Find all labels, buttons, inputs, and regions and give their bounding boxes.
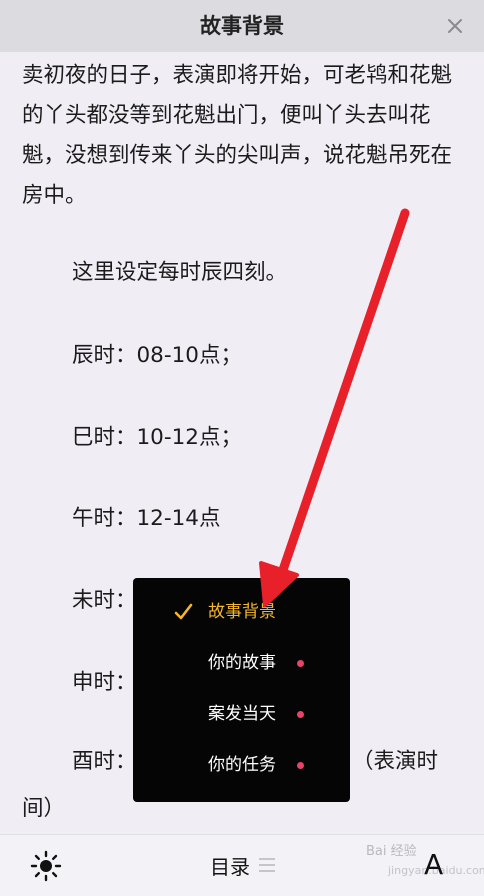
intro-paragraph: 卖初夜的日子，表演即将开始，可老鸨和花魁的丫头都没等到花魁出门，便叫丫头去叫花魁… xyxy=(22,63,453,208)
time-you-suffix: （表演时 xyxy=(352,749,439,774)
unread-dot-icon xyxy=(297,711,304,718)
font-size-button[interactable]: A xyxy=(424,847,443,883)
page-title: 故事背景 xyxy=(200,14,284,38)
time-shen: 申时： xyxy=(72,670,137,695)
time-wu: 午时：12-14点 xyxy=(72,506,221,531)
toc-button[interactable]: 目录 xyxy=(210,849,276,881)
menu-item-story-background[interactable]: 故事背景 xyxy=(133,588,350,636)
menu-item-label: 案发当天 xyxy=(208,704,276,724)
menu-item-incident-day[interactable]: 案发当天 xyxy=(133,690,350,738)
close-icon xyxy=(448,19,462,33)
time-chen: 辰时：08-10点； xyxy=(72,343,242,368)
note-line: 这里设定每时辰四刻。 xyxy=(72,260,288,285)
menu-item-your-story[interactable]: 你的故事 xyxy=(133,639,350,687)
menu-item-your-task[interactable]: 你的任务 xyxy=(133,741,350,789)
list-icon xyxy=(259,858,275,872)
brightness-sun-icon[interactable] xyxy=(30,850,62,882)
toc-label: 目录 xyxy=(210,854,250,879)
time-si: 巳时：10-12点； xyxy=(72,425,242,450)
menu-item-label: 你的任务 xyxy=(208,755,276,775)
time-you: 酉时： xyxy=(72,749,137,774)
checkmark-icon xyxy=(174,603,193,620)
bottom-toolbar: 目录 Bai 经验 jingyan.baidu.com A xyxy=(0,834,484,896)
unread-dot-icon xyxy=(297,762,304,769)
time-wei: 未时： xyxy=(72,588,137,613)
top-bar: 故事背景 xyxy=(0,0,484,52)
menu-item-label: 你的故事 xyxy=(208,653,276,673)
close-button[interactable] xyxy=(440,11,470,41)
unread-dot-icon xyxy=(297,660,304,667)
menu-item-label: 故事背景 xyxy=(208,602,276,622)
time-you-tail: 间） xyxy=(22,796,66,821)
toc-popup-menu: 故事背景 你的故事 案发当天 你的任务 xyxy=(133,578,350,802)
watermark: Bai 经验 xyxy=(366,844,417,859)
